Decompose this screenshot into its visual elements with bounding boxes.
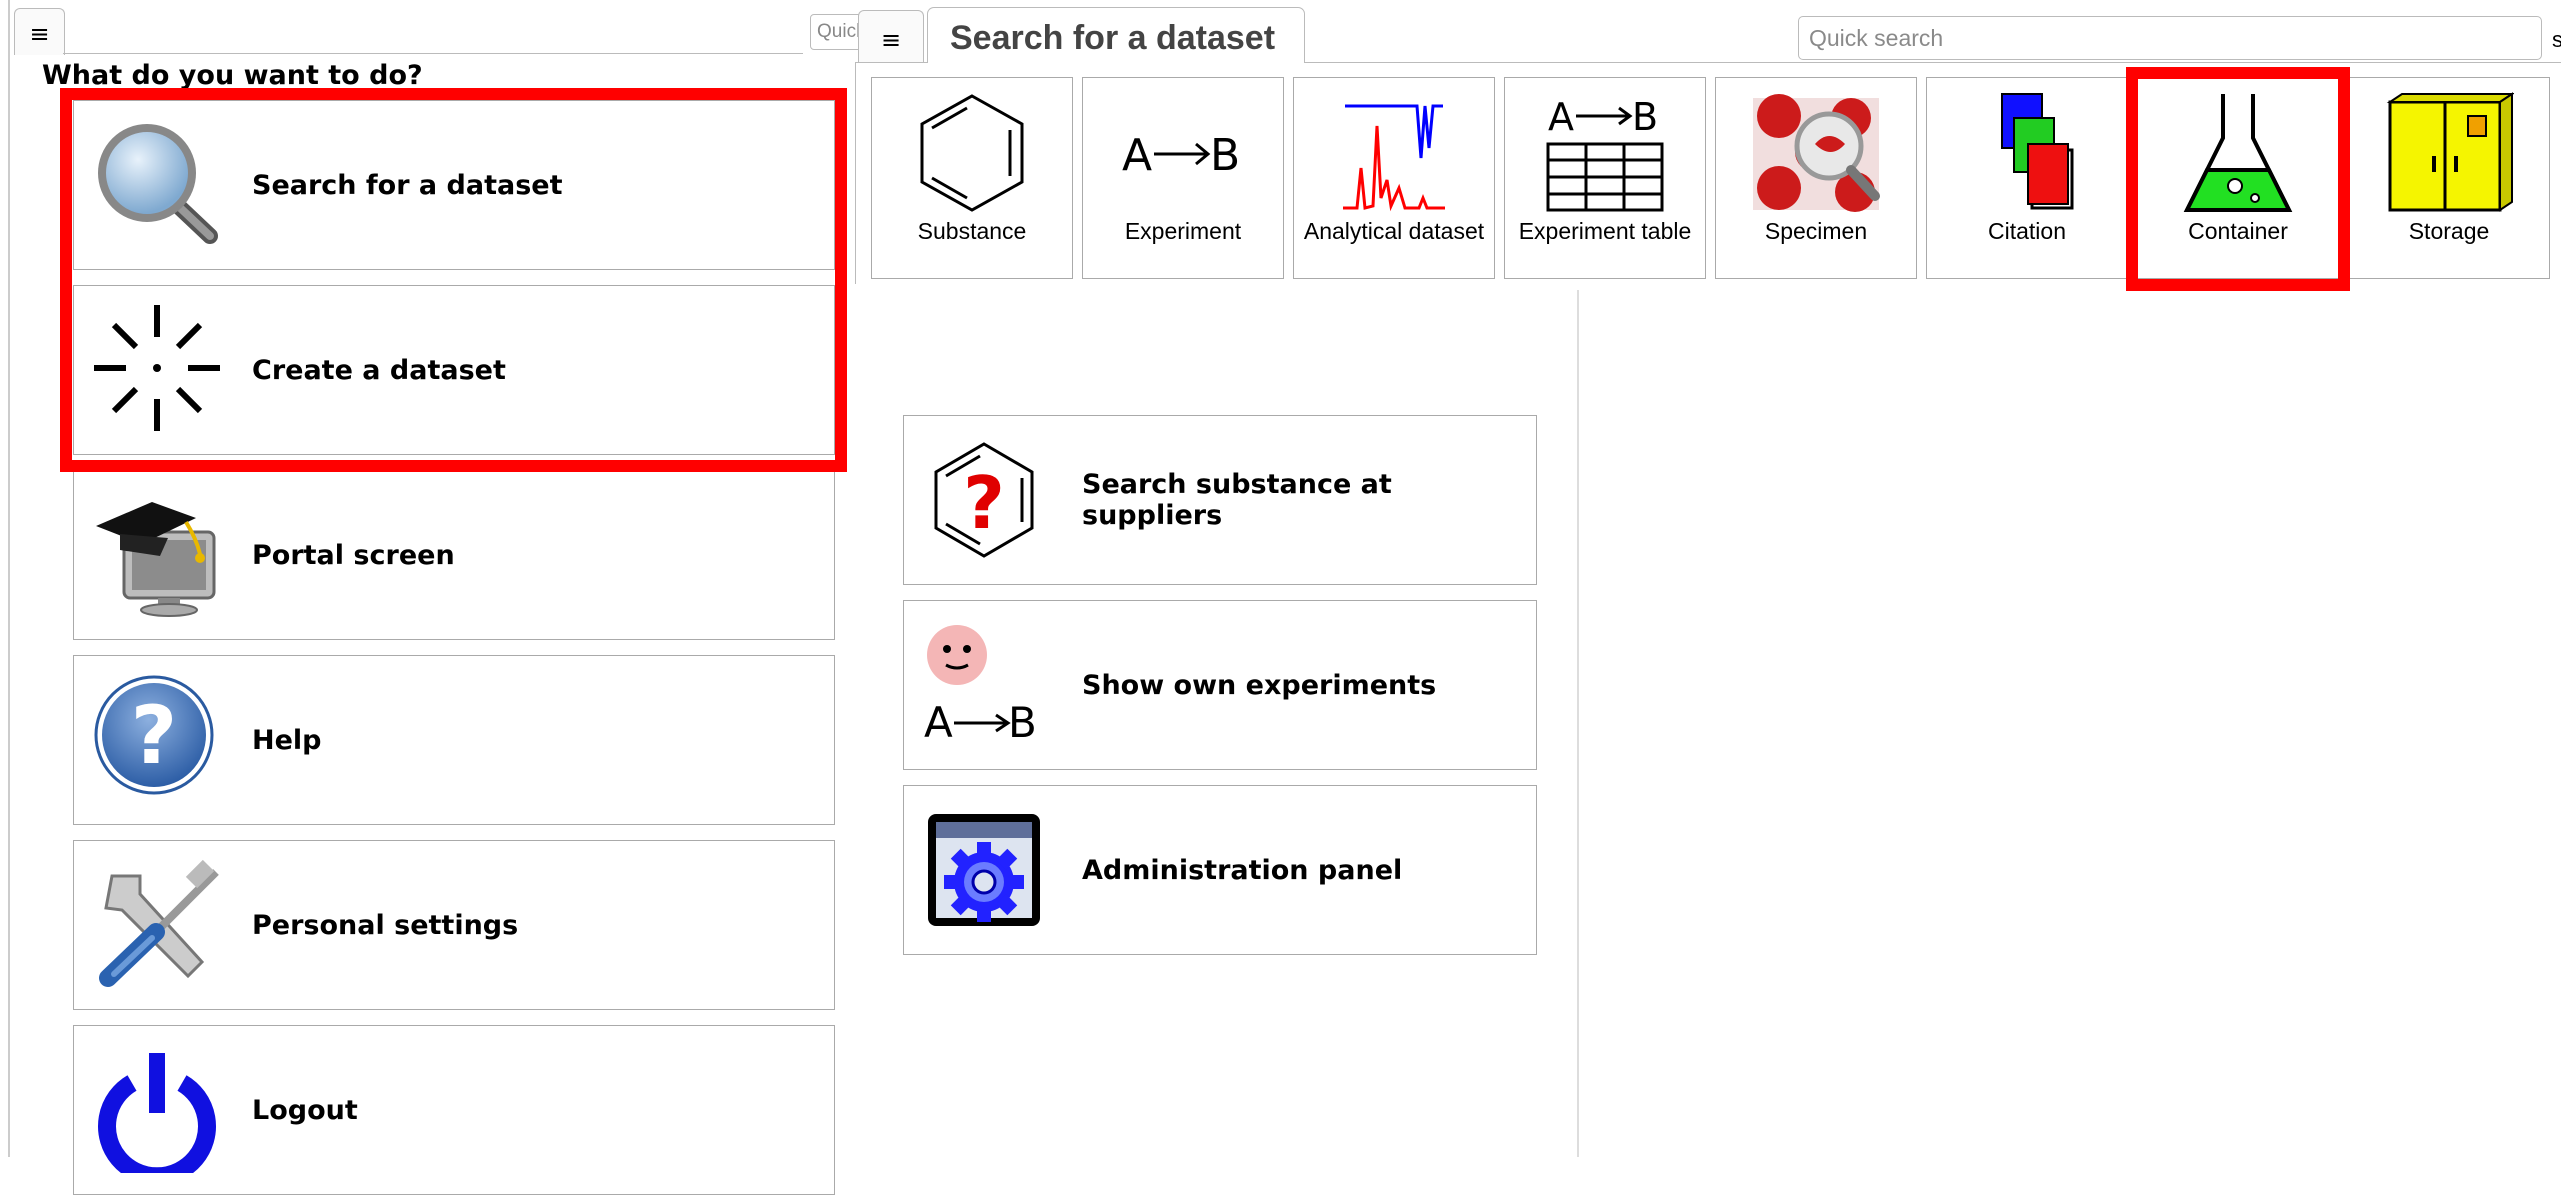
flask-icon [2183,94,2293,212]
type-tile-experiment-table[interactable]: A B Experiment table [1504,77,1706,279]
action-search-suppliers[interactable]: ? Search substance at suppliers [903,415,1537,585]
svg-text:A: A [1548,95,1574,139]
menu-item-help[interactable]: ? Help [73,655,835,825]
action-label: Search substance at suppliers [1082,469,1392,531]
spectrum-icon [1343,104,1445,212]
action-show-own-experiments[interactable]: A B Show own experiments [903,600,1537,770]
tab-divider [1305,62,2561,63]
right-menu-button[interactable]: ≡ [858,10,924,63]
reaction-table-icon: A B [1546,95,1664,212]
svg-text:?: ? [131,689,177,782]
menu-item-search-dataset[interactable]: Search for a dataset [73,100,835,270]
left-menu-button[interactable]: ≡ [14,8,65,55]
power-icon [98,1053,216,1173]
cabinet-icon [2386,92,2514,212]
type-label: Storage [2408,218,2490,244]
quick-search-input[interactable]: Quick search [1798,16,2542,60]
admin-gear-icon [928,814,1040,926]
svg-text:B: B [1632,95,1658,139]
menu-item-logout[interactable]: Logout [73,1025,835,1195]
tab-divider [63,53,803,54]
right-panel: ≡ Search for a dataset Quick search s Su… [855,0,2561,1157]
specimen-icon [1753,94,1880,212]
type-label: Specimen [1764,218,1868,244]
panel-divider [1577,290,1579,1157]
hamburger-icon: ≡ [880,26,902,54]
menu-item-label: Create a dataset [252,354,506,386]
type-tile-experiment[interactable]: A B Experiment [1082,77,1284,279]
citation-icon [2001,93,2074,210]
page-title: Search for a dataset [950,19,1276,57]
type-tile-analytical-dataset[interactable]: Analytical dataset [1293,77,1495,279]
type-label: Container [2188,218,2288,244]
reaction-arrow-icon: A B [1122,130,1240,181]
menu-item-label: Help [252,724,322,756]
action-label: Administration panel [1082,854,1403,886]
graduation-monitor-icon [96,502,216,617]
sparkle-icon [94,305,220,431]
help-icon: ? [94,675,214,795]
menu-item-create-dataset[interactable]: Create a dataset [73,285,835,455]
menu-item-label: Logout [252,1094,358,1126]
action-label: Show own experiments [1082,669,1437,701]
magnifier-icon [98,124,218,244]
hamburger-icon: ≡ [29,20,50,48]
type-tile-container[interactable]: Container [2137,77,2339,279]
menu-item-label: Personal settings [252,909,519,941]
benzene-icon [920,94,1024,212]
type-label: Substance [917,218,1027,244]
menu-item-label: Search for a dataset [252,169,563,201]
page-heading: What do you want to do? [42,60,423,91]
own-experiments-icon: A B [924,625,1037,745]
svg-text:B: B [1210,130,1240,181]
svg-text:B: B [1008,698,1037,745]
type-label: Experiment table [1518,218,1692,244]
type-label: Experiment [1124,218,1242,244]
menu-item-personal-settings[interactable]: Personal settings [73,840,835,1010]
menu-item-portal-screen[interactable]: Portal screen [73,470,835,640]
tools-icon [99,859,219,987]
type-label: Citation [1988,218,2066,244]
menu-item-label: Portal screen [252,539,455,571]
panel-border [855,62,856,284]
type-tile-citation[interactable]: Citation [1926,77,2128,279]
svg-text:A: A [924,698,953,745]
svg-text:A: A [1122,130,1152,181]
type-tile-storage[interactable]: Storage [2348,77,2550,279]
left-panel: ≡ Quick search What do you want to do? S… [8,0,866,1195]
tab-divider [855,62,927,63]
page-title-tab[interactable]: Search for a dataset [927,7,1305,63]
benzene-question-icon: ? [934,442,1034,558]
action-administration-panel[interactable]: Administration panel [903,785,1537,955]
truncated-text: s [2552,27,2561,52]
type-tile-specimen[interactable]: Specimen [1715,77,1917,279]
type-tile-substance[interactable]: Substance [871,77,1073,279]
type-label: Analytical dataset [1303,218,1485,244]
svg-text:?: ? [963,461,1005,545]
